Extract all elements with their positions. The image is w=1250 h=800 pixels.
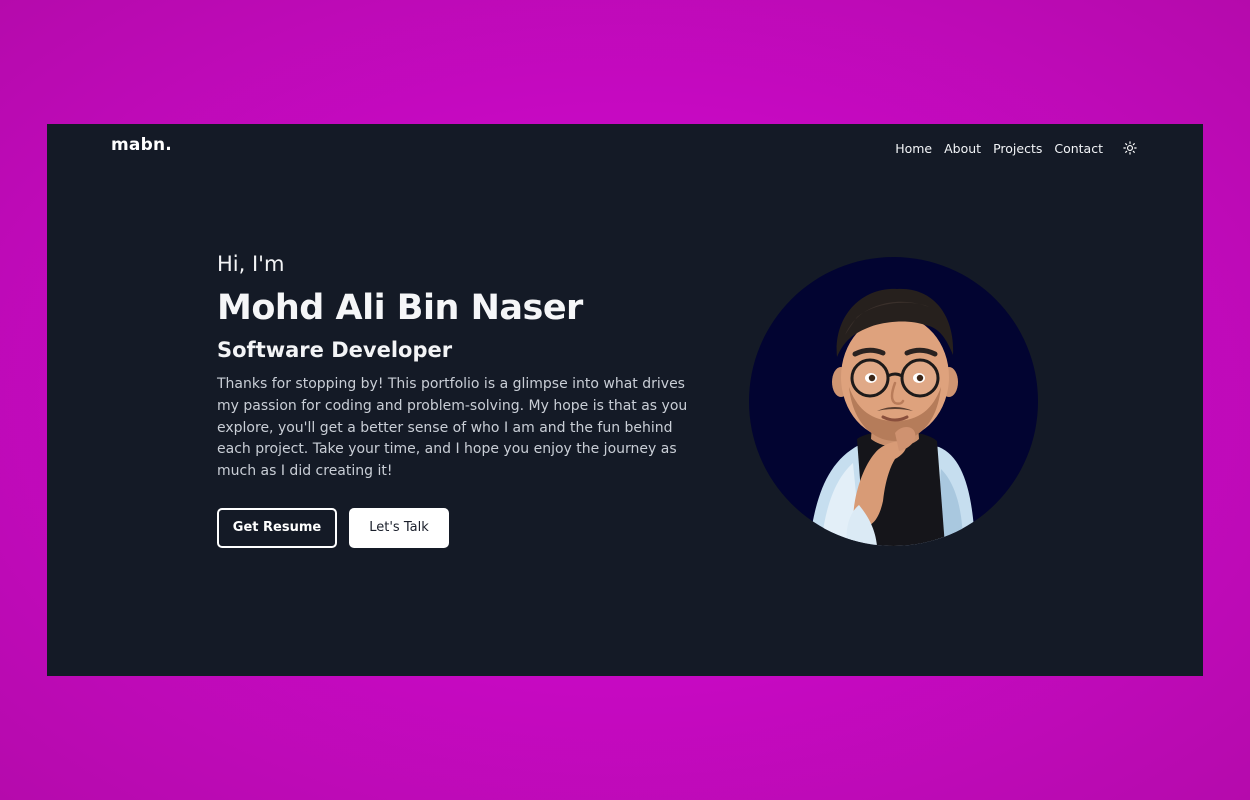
avatar [749,257,1038,546]
site-logo[interactable]: mabn. [111,135,172,155]
get-resume-button[interactable]: Get Resume [217,507,337,548]
nav-link-about[interactable]: About [944,141,981,156]
main-nav: Home About Projects Contact [895,138,1138,158]
hero-actions: Get Resume Let's Talk [217,507,717,548]
hero-greeting: Hi, I'm [217,252,285,276]
lets-talk-button[interactable]: Let's Talk [349,507,449,548]
memoji-avatar-icon [809,288,975,546]
hero-intro: Thanks for stopping by! This portfolio i… [217,376,688,480]
hero-name: Mohd Ali Bin Naser [217,288,583,328]
hero-role: Software Developer [217,338,453,362]
browser-viewport: mabn. Home About Projects Contact Hi, I'… [47,124,1203,676]
nav-link-contact[interactable]: Contact [1054,141,1103,156]
sun-icon [1123,141,1137,155]
theme-toggle-button[interactable] [1122,140,1138,156]
nav-link-projects[interactable]: Projects [993,141,1042,156]
nav-link-home[interactable]: Home [895,141,932,156]
hero-section: Hi, I'm Mohd Ali Bin Naser Software Deve… [217,250,717,548]
